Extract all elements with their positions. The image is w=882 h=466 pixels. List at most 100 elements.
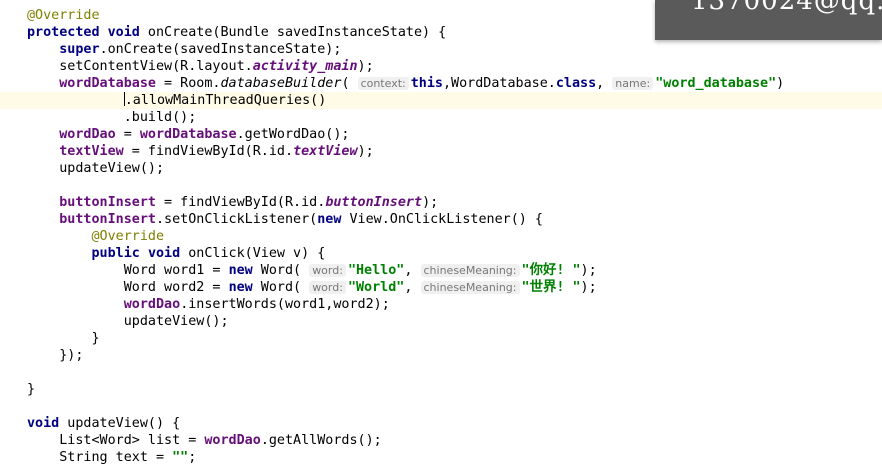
parameter-hint: name: [612, 77, 654, 90]
code-token: View.OnClickListener() { [341, 212, 543, 227]
code-line[interactable]: wordDao = wordDatabase.getWordDao(); [0, 126, 882, 143]
code-token: = findViewById(R.id. [123, 144, 294, 159]
static-field-token: textView [293, 144, 358, 159]
code-token: updateView(); [123, 314, 229, 329]
annotation-token: @Override [27, 8, 100, 23]
code-line[interactable]: super.onCreate(savedInstanceState); [0, 41, 882, 58]
code-token: ); [357, 144, 374, 159]
code-token: .setOnClickListener( [156, 212, 318, 227]
keyword-token: public [91, 246, 140, 261]
code-token: } [27, 382, 36, 397]
code-line[interactable]: @Override [0, 228, 882, 245]
parameter-hint: word: [309, 281, 346, 294]
field-token: wordDatabase [59, 76, 156, 91]
code-token: onCreate(Bundle savedInstanceState) { [139, 25, 447, 40]
code-token: setContentView(R.layout. [59, 59, 253, 74]
code-token: , [404, 263, 421, 278]
code-token: .getWordDao(); [236, 127, 350, 142]
code-line[interactable]: } [0, 381, 882, 398]
parameter-hint: context: [357, 77, 409, 90]
code-line[interactable]: Word word2 = new Word( word: "World", chi… [0, 279, 882, 296]
keyword-token: super [59, 42, 100, 57]
code-line[interactable]: buttonInsert = findViewById(R.id.buttonI… [0, 194, 882, 211]
code-line[interactable]: Word word1 = new Word( word: "Hello", chi… [0, 262, 882, 279]
watermark-text: 1370024@qq.co [691, 0, 882, 16]
field-token: buttonInsert [59, 195, 156, 210]
code-token: Word word1 = [123, 263, 229, 278]
parameter-hint: chineseMeaning: [420, 264, 520, 277]
code-line[interactable]: updateView(); [0, 160, 882, 177]
string-literal-token: "Hello" [347, 263, 405, 278]
code-token: = findViewById(R.id. [156, 195, 326, 210]
code-line[interactable]: textView = findViewById(R.id.textView); [0, 143, 882, 160]
code-line-current[interactable]: .allowMainThreadQueries() [0, 92, 882, 109]
code-line[interactable]: setContentView(R.layout.activity_main); [0, 58, 882, 75]
code-line[interactable]: wordDao.insertWords(word1,word2); [0, 296, 882, 313]
code-line[interactable]: public void onClick(View v) { [0, 245, 882, 262]
code-line[interactable]: wordDatabase = Room.databaseBuilder( con… [0, 75, 882, 92]
code-token: updateView() { [59, 416, 181, 431]
code-token: = [115, 127, 140, 142]
code-token: Word word2 = [123, 280, 229, 295]
code-line[interactable]: updateView(); [0, 313, 882, 330]
code-token: ); [422, 195, 439, 210]
keyword-token: new [317, 212, 342, 227]
code-token: .onCreate(savedInstanceState); [99, 42, 342, 57]
keyword-token: class [555, 76, 597, 91]
static-field-token: activity_main [252, 59, 358, 74]
field-token: buttonInsert [59, 212, 156, 227]
code-line[interactable]: List<Word> list = wordDao.getAllWords(); [0, 432, 882, 449]
field-token: wordDao [123, 297, 181, 312]
field-token: textView [59, 144, 124, 159]
code-token: Word( [252, 280, 310, 295]
code-token: } [91, 331, 100, 346]
code-line[interactable]: } [0, 330, 882, 347]
code-line[interactable]: buttonInsert.setOnClickListener(new View… [0, 211, 882, 228]
keyword-token: this [410, 76, 443, 91]
keyword-token: void [147, 246, 181, 261]
keyword-token: new [228, 263, 253, 278]
code-line[interactable]: .build(); [0, 109, 882, 126]
code-token: databaseBuilder [220, 76, 342, 91]
code-token: ); [580, 263, 597, 278]
code-line[interactable]: String text = ""; [0, 449, 882, 466]
code-token: ); [580, 280, 597, 295]
code-token: .getAllWords(); [260, 433, 382, 448]
keyword-token: protected [27, 25, 100, 40]
code-line[interactable] [0, 364, 882, 381]
code-token: ; [188, 450, 197, 465]
code-token: , [404, 280, 421, 295]
code-token: onClick(View v) { [180, 246, 326, 261]
parameter-hint: chineseMeaning: [420, 281, 520, 294]
code-editor[interactable]: @Override protected void onCreate(Bundle … [0, 0, 882, 465]
field-token: wordDatabase [139, 127, 237, 142]
keyword-token: void [27, 416, 60, 431]
code-token: ( [341, 76, 358, 91]
code-line[interactable]: void updateView() { [0, 415, 882, 432]
string-literal-token: "你好! " [521, 263, 581, 278]
code-token: ,WordDatabase. [442, 76, 556, 91]
field-token: wordDao [59, 127, 116, 142]
code-line[interactable]: }); [0, 347, 882, 364]
code-token: }); [59, 348, 84, 363]
code-line[interactable] [0, 398, 882, 415]
code-line[interactable] [0, 177, 882, 194]
code-token: Word( [252, 263, 310, 278]
string-literal-token: "世界! " [521, 280, 581, 295]
string-literal-token: "World" [347, 280, 405, 295]
